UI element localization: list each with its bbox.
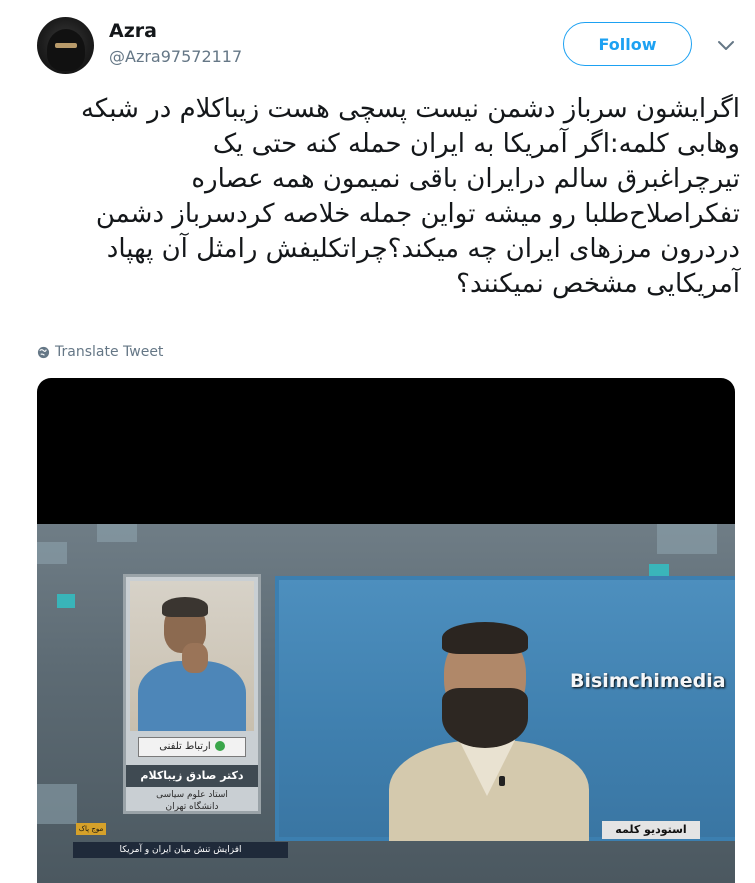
tweet-line: تیرچراغبرق سالم درایران باقی نمیمون همه … <box>191 164 740 194</box>
translate-tweet-link[interactable]: Translate Tweet <box>37 344 163 360</box>
studio-label: استودیو کلمه <box>602 821 700 839</box>
follow-button[interactable]: Follow <box>563 22 692 66</box>
translate-label: Translate Tweet <box>55 344 164 360</box>
host-panel <box>275 576 735 841</box>
guest-name: دکتر صادق زیباکلام <box>126 765 258 787</box>
guest-title: استاد علوم سیاسی دانشگاه تهران <box>156 790 228 812</box>
author-name[interactable]: Azra <box>109 20 157 42</box>
watermark: Bisimchimedia <box>570 670 726 692</box>
chevron-down-icon[interactable] <box>714 36 738 56</box>
tweet-line: وهابی کلمه:اگر آمریکا به ایران حمله کنه … <box>212 129 740 159</box>
ticker-tag: موج پاک <box>76 823 106 835</box>
news-ticker: افزایش تنش میان ایران و آمریکا <box>73 842 288 858</box>
tweet-line: دردرون مرزهای ایران چه میکند؟چراتکلیفش ر… <box>106 234 740 264</box>
video-player[interactable]: ارتباط تلفنی دکتر صادق زیباکلام استاد عل… <box>37 378 735 883</box>
avatar-eyes <box>55 43 77 48</box>
tweet-text: اگرایشون سرباز دشمن نیست پسچی هست زیباکل… <box>30 92 740 302</box>
tweet-line: تفکراصلاح‌طلبا رو میشه تواین جمله خلاصه … <box>95 199 740 229</box>
tweet-line: آمریکایی مشخص نمیکنند؟ <box>456 269 740 299</box>
guest-panel: ارتباط تلفنی دکتر صادق زیباکلام استاد عل… <box>123 574 261 814</box>
tweet-line: اگرایشون سرباز دشمن نیست پسچی هست زیباکل… <box>80 94 740 124</box>
author-handle[interactable]: @Azra97572117 <box>109 47 242 66</box>
phone-badge: ارتباط تلفنی <box>138 737 246 757</box>
avatar[interactable] <box>37 17 94 74</box>
avatar-veil <box>47 29 85 71</box>
guest-photo <box>130 581 254 731</box>
globe-icon <box>37 346 50 358</box>
